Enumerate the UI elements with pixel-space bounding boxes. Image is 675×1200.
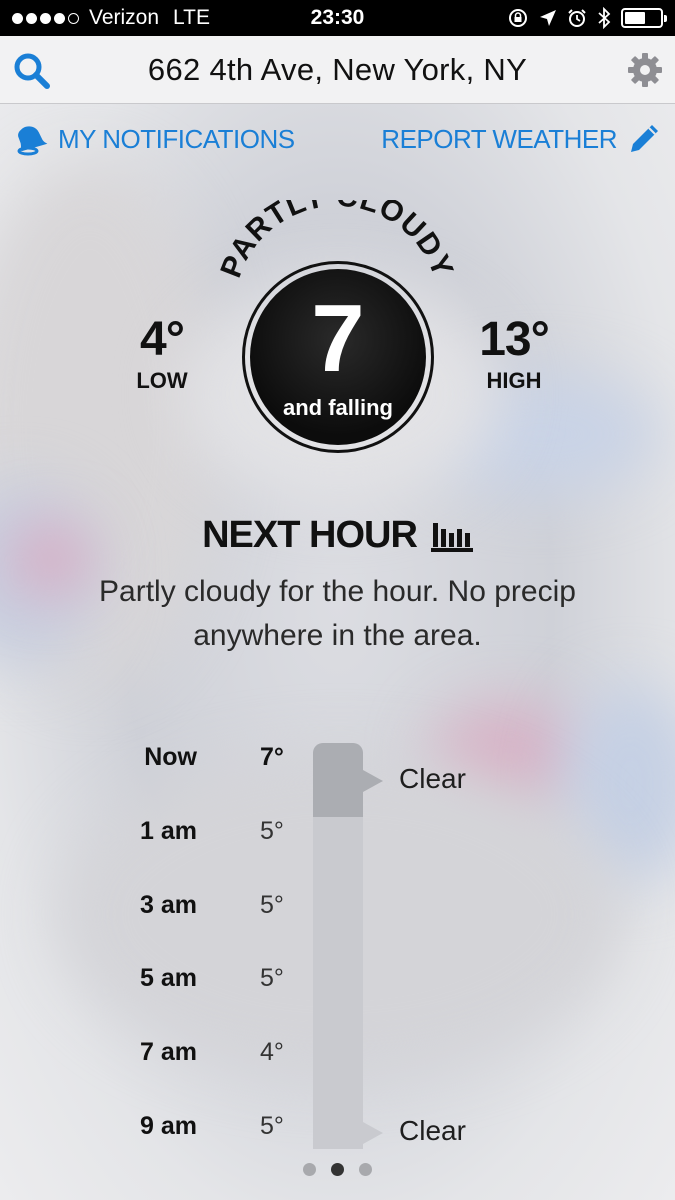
page-dot[interactable] (331, 1163, 344, 1176)
timeline-time: 3 am (140, 891, 197, 919)
current-temp-dial: 7 and falling (242, 261, 434, 453)
timeline-time: 7 am (140, 1038, 197, 1066)
timeline-time: 9 am (140, 1112, 197, 1140)
high-temp-block: 13° HIGH (478, 316, 550, 394)
search-icon (14, 53, 50, 89)
temp-trend: and falling (283, 395, 393, 420)
bluetooth-icon (598, 7, 611, 29)
timeline-row: 1 am 5° (0, 817, 675, 857)
high-temp-label: HIGH (486, 368, 542, 393)
timeline-row: Now 7° (0, 743, 675, 783)
settings-button[interactable] (625, 50, 665, 90)
status-bar: Verizon LTE 23:30 (0, 0, 675, 36)
network-type: LTE (173, 6, 211, 29)
pencil-icon (631, 125, 658, 152)
report-weather-link[interactable]: REPORT WEATHER (381, 122, 661, 156)
my-notifications-link[interactable]: MY NOTIFICATIONS (14, 122, 295, 156)
timeline-time: Now (144, 743, 197, 771)
timeline-row: 5 am 5° (0, 964, 675, 1004)
next-hour-title: NEXT HOUR (202, 514, 418, 556)
timeline-row: 7 am 4° (0, 1038, 675, 1078)
action-row: MY NOTIFICATIONS REPORT WEATHER (0, 104, 675, 174)
location-arrow-icon (540, 10, 556, 26)
current-temp: 7 (311, 285, 365, 392)
timeline-row: 3 am 5° (0, 891, 675, 931)
search-button[interactable] (12, 51, 52, 91)
battery-icon (621, 8, 667, 28)
timeline-row: 9 am 5° (0, 1112, 675, 1152)
high-temp-value: 13° (479, 313, 550, 366)
timeline-time: 5 am (140, 964, 197, 992)
page-dot[interactable] (303, 1163, 316, 1176)
carrier-name: Verizon (89, 6, 160, 29)
report-weather-label: REPORT WEATHER (381, 123, 617, 154)
bell-icon (17, 126, 48, 156)
timeline-temp: 5° (260, 1112, 284, 1140)
timeline-time: 1 am (140, 817, 197, 845)
low-temp-label: LOW (136, 368, 188, 393)
timeline-temp: 5° (260, 817, 284, 845)
next-hour-header[interactable]: NEXT HOUR (0, 514, 675, 557)
location-title[interactable]: 662 4th Ave, New York, NY (148, 52, 527, 88)
next-hour-summary: Partly cloudy for the hour. No precip an… (99, 575, 576, 652)
timeline-temp: 5° (260, 964, 284, 992)
timeline-bar (313, 743, 363, 1149)
hourly-timeline: Clear Clear Now 7° 1 am 5° 3 am 5° 5 am … (0, 735, 675, 1175)
location-header: 662 4th Ave, New York, NY (0, 36, 675, 104)
rotation-lock-icon (509, 9, 527, 27)
gear-icon (628, 53, 662, 87)
timeline-temp: 5° (260, 891, 284, 919)
page-indicator[interactable] (0, 1163, 675, 1176)
bar-chart-icon (430, 522, 473, 552)
signal-strength-icon (12, 12, 79, 24)
timeline-temp: 7° (260, 743, 284, 771)
low-temp-block: 4° LOW (130, 316, 194, 394)
alarm-icon (568, 9, 586, 27)
page-dot[interactable] (359, 1163, 372, 1176)
low-temp-value: 4° (140, 313, 185, 366)
my-notifications-label: MY NOTIFICATIONS (58, 123, 295, 154)
timeline-temp: 4° (260, 1038, 284, 1066)
